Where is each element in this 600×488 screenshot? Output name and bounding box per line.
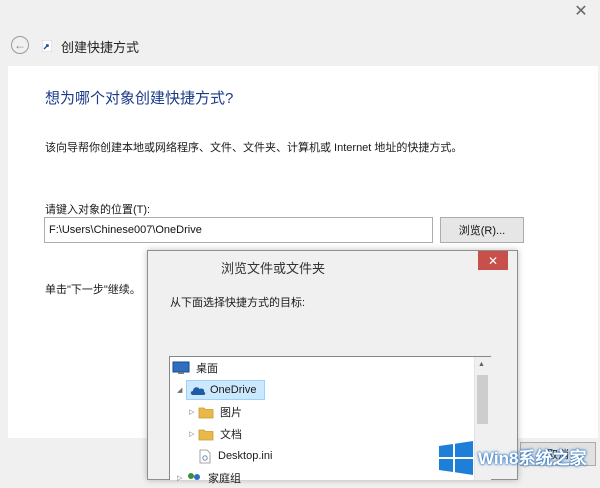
collapsed-arrow-icon[interactable]: ▷: [189, 408, 194, 416]
tree-item-onedrive[interactable]: OneDrive: [186, 380, 265, 400]
tree-item-label: OneDrive: [210, 384, 257, 396]
collapsed-arrow-icon[interactable]: ▷: [189, 430, 194, 438]
windows-logo-icon: [439, 441, 473, 475]
folder-icon: [198, 407, 214, 418]
file-icon: [199, 449, 211, 463]
tree-item-desktop-ini[interactable]: Desktop.ini: [198, 446, 272, 466]
close-icon: ✕: [487, 253, 499, 268]
location-input[interactable]: [44, 217, 433, 243]
wizard-description: 该向导帮你创建本地或网络程序、文件、文件夹、计算机或 Internet 地址的快…: [45, 142, 463, 154]
dialog-title: 浏览文件或文件夹: [220, 261, 325, 276]
tree-item-documents[interactable]: 文档: [198, 424, 242, 444]
folder-icon: [198, 429, 214, 440]
shortcut-icon: [42, 40, 52, 52]
browse-button[interactable]: 浏览(R)...: [440, 217, 524, 243]
next-step-hint: 单击"下一步"继续。: [45, 284, 141, 296]
scrollbar-thumb[interactable]: [477, 375, 488, 424]
scroll-up-arrow-icon[interactable]: ▲: [478, 361, 485, 368]
location-label: 请键入对象的位置(T):: [45, 204, 151, 216]
homegroup-icon: [188, 473, 200, 480]
arrow-left-icon: ←: [14, 38, 26, 52]
window-close-icon[interactable]: ✕: [562, 0, 600, 22]
tree-item-label: 图片: [220, 407, 242, 419]
back-button[interactable]: ←: [11, 36, 29, 54]
tree-item-label: Desktop.ini: [218, 450, 273, 462]
desktop-icon: [172, 361, 190, 374]
dialog-close-button[interactable]: ✕: [478, 251, 508, 270]
collapsed-arrow-icon[interactable]: ▷: [177, 474, 182, 482]
page-heading: 想为哪个对象创建快捷方式?: [45, 90, 234, 107]
watermark-text: Win8系统之家: [478, 449, 587, 468]
wizard-title: 创建快捷方式: [61, 40, 140, 55]
tree-item-desktop[interactable]: 桌面: [172, 358, 218, 378]
tree-item-pictures[interactable]: 图片: [198, 402, 242, 422]
tree-item-label: 家庭组: [208, 473, 241, 485]
dialog-prompt: 从下面选择快捷方式的目标:: [170, 297, 306, 309]
tree-item-label: 桌面: [196, 363, 218, 375]
expanded-arrow-icon[interactable]: ◢: [177, 386, 182, 394]
tree-item-label: 文档: [220, 429, 242, 441]
tree-item-homegroup[interactable]: 家庭组: [186, 468, 241, 488]
onedrive-cloud-icon: [190, 387, 206, 395]
